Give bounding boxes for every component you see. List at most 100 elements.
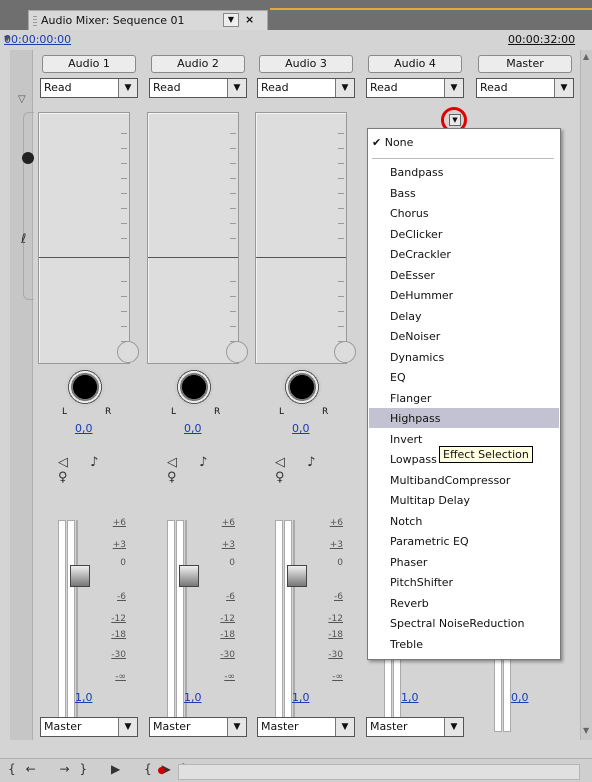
pan-value[interactable]: 0,0 [184, 422, 202, 435]
menu-item[interactable]: Parametric EQ [390, 532, 469, 552]
pan-value[interactable]: 0,0 [75, 422, 93, 435]
db-scale: +6 +3 0 -6 -12 -18 -30 -∞ [307, 510, 347, 730]
menu-item[interactable]: Highpass [390, 409, 440, 429]
chevron-down-icon[interactable]: ▼ [554, 79, 573, 97]
track-name[interactable]: Audio 3 [259, 55, 353, 73]
send-knob[interactable] [334, 341, 356, 363]
menu-item[interactable]: DeEsser [390, 266, 435, 286]
track-strip-audio-3: Audio 3 Read ▼ L R 0,0 ◁ ♪ ♀ +6 +3 0 -6 -… [255, 55, 356, 737]
volume-value[interactable]: 1,0 [401, 691, 419, 704]
scroll-up-icon[interactable]: ▲ [583, 52, 589, 61]
grip-icon[interactable] [33, 16, 37, 26]
menu-item[interactable]: Notch [390, 512, 422, 532]
output-select[interactable]: Master ▼ [40, 717, 138, 737]
vertical-scrollbar[interactable]: ▲ ▼ [580, 50, 592, 740]
pan-knob[interactable] [282, 367, 322, 407]
track-buttons[interactable]: ◁ ♪ ♀ [275, 455, 355, 485]
db-label: +3 [221, 540, 235, 550]
chevron-down-icon[interactable]: ▼ [335, 79, 354, 97]
volume-fader-handle[interactable] [287, 565, 307, 587]
menu-item[interactable]: EQ [390, 368, 406, 388]
volume-value[interactable]: 1,0 [184, 691, 202, 704]
menu-item[interactable]: Multitap Delay [390, 491, 470, 511]
menu-item[interactable]: DeHummer [390, 286, 453, 306]
db-label: -6 [334, 592, 343, 602]
volume-value[interactable]: 1,0 [292, 691, 310, 704]
track-name[interactable]: Audio 4 [368, 55, 462, 73]
db-scale: +6 +3 0 -6 -12 -18 -30 -∞ [199, 510, 239, 730]
menu-item[interactable]: DeCrackler [390, 245, 451, 265]
tab-audio-mixer[interactable]: Audio Mixer: Sequence 01 ▼ × [28, 10, 268, 30]
chevron-down-icon[interactable]: ▼ [444, 718, 463, 736]
track-name[interactable]: Audio 1 [42, 55, 136, 73]
effects-rack[interactable] [147, 112, 248, 364]
track-buttons[interactable]: ◁ ♪ ♀ [167, 455, 247, 485]
volume-fader-handle[interactable] [179, 565, 199, 587]
automation-select[interactable]: Read ▼ [257, 78, 355, 98]
tab-menu-chevron-down-icon[interactable]: ▼ [223, 13, 239, 27]
menu-item-none[interactable]: ✔ None [372, 133, 413, 153]
menu-item[interactable]: Reverb [390, 594, 429, 614]
menu-item[interactable]: DeClicker [390, 225, 442, 245]
menu-item[interactable]: Dynamics [390, 348, 444, 368]
chevron-down-icon[interactable]: ▼ [118, 79, 137, 97]
current-time[interactable]: 00:00:00:00 [4, 33, 71, 46]
effects-divider [256, 257, 346, 258]
menu-item[interactable]: Spectral NoiseReduction [390, 614, 524, 634]
send-slot-ticks [338, 267, 344, 347]
send-knob[interactable] [226, 341, 248, 363]
menu-item[interactable]: PitchShifter [390, 573, 453, 593]
chevron-down-icon[interactable]: ▼ [118, 718, 137, 736]
menu-item[interactable]: DeNoiser [390, 327, 440, 347]
db-label: +3 [329, 540, 343, 550]
volume-value[interactable]: 0,0 [511, 691, 529, 704]
menu-item[interactable]: Bandpass [390, 163, 443, 183]
automation-select[interactable]: Read ▼ [366, 78, 464, 98]
pan-knob[interactable] [65, 367, 105, 407]
menu-item[interactable]: Flanger [390, 389, 431, 409]
chevron-down-icon[interactable]: ▼ [335, 718, 354, 736]
chevron-down-icon[interactable]: ▼ [444, 79, 463, 97]
output-select[interactable]: Master ▼ [257, 717, 355, 737]
volume-fader-handle[interactable] [70, 565, 90, 587]
automation-value: Read [44, 81, 72, 94]
level-meter-left [58, 520, 66, 732]
pan-value[interactable]: 0,0 [292, 422, 310, 435]
close-icon[interactable]: × [245, 13, 254, 26]
menu-item[interactable]: Lowpass [390, 450, 437, 470]
scroll-down-icon[interactable]: ▼ [583, 726, 589, 735]
pan-knob[interactable] [174, 367, 214, 407]
effects-rack[interactable] [255, 112, 356, 364]
track-name[interactable]: Audio 2 [151, 55, 245, 73]
output-select[interactable]: Master ▼ [366, 717, 464, 737]
menu-item[interactable]: Chorus [390, 204, 429, 224]
menu-item[interactable]: Treble [390, 635, 423, 655]
panel-menu-icon[interactable] [576, 2, 592, 18]
volume-value[interactable]: 1,0 [75, 691, 93, 704]
chevron-down-icon[interactable]: ▼ [227, 718, 246, 736]
menu-item[interactable]: MultibandCompressor [390, 471, 510, 491]
output-select[interactable]: Master ▼ [149, 717, 247, 737]
horizontal-scrollbar[interactable] [178, 764, 580, 780]
automation-select[interactable]: Read ▼ [149, 78, 247, 98]
menu-item[interactable]: Bass [390, 184, 416, 204]
automation-select[interactable]: Read ▼ [40, 78, 138, 98]
db-label: -12 [111, 614, 126, 624]
menu-item[interactable]: Invert [390, 430, 422, 450]
end-time[interactable]: 00:00:32:00 [508, 33, 575, 46]
db-label: -30 [220, 650, 235, 660]
track-name[interactable]: Master [478, 55, 572, 73]
track-buttons[interactable]: ◁ ♪ ♀ [58, 455, 138, 485]
show-effects-triangle-icon[interactable]: ▽ [18, 94, 26, 105]
menu-item[interactable]: Phaser [390, 553, 427, 573]
automation-select[interactable]: Read ▼ [476, 78, 574, 98]
db-label: -∞ [115, 672, 126, 682]
chevron-down-icon[interactable]: ▼ [227, 79, 246, 97]
record-icon[interactable] [158, 767, 165, 774]
track-strip-audio-2: Audio 2 Read ▼ L R 0,0 ◁ ♪ ♀ +6 +3 0 -6 -… [147, 55, 248, 737]
db-label: -18 [328, 630, 343, 640]
send-knob[interactable] [117, 341, 139, 363]
effects-rack[interactable] [38, 112, 139, 364]
menu-item[interactable]: Delay [390, 307, 422, 327]
level-meter-left [275, 520, 283, 732]
